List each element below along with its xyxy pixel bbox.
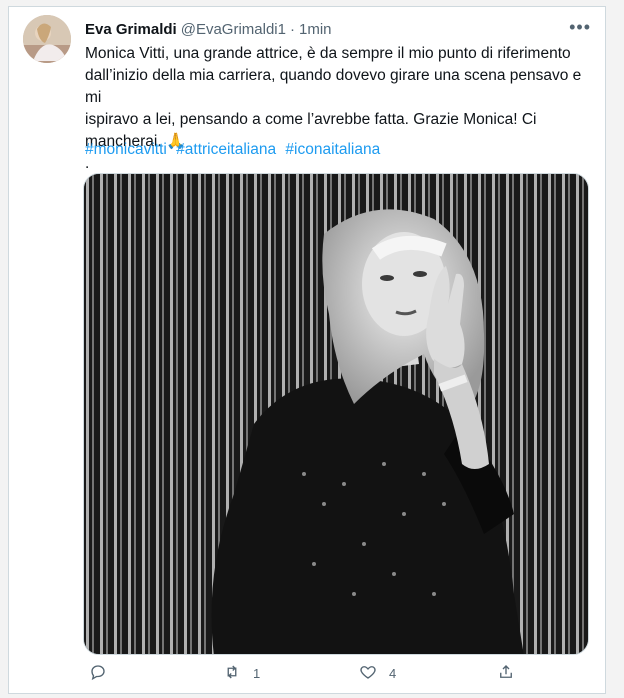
hashtag-link[interactable]: #attriceitaliana	[176, 141, 276, 158]
more-options-icon[interactable]: •••	[569, 17, 591, 38]
heart-icon	[359, 663, 377, 684]
tweet-header: Eva Grimaldi @EvaGrimaldi1 · 1min •••	[85, 17, 591, 39]
hashtag-list: #monicavitti #attriceitaliana #iconaital…	[85, 141, 385, 159]
separator-dot: ·	[289, 20, 295, 38]
hashtag-link[interactable]: #iconaitaliana	[285, 141, 380, 158]
tweet-timestamp[interactable]: 1min	[299, 21, 332, 38]
hashtag-link[interactable]: #monicavitti	[85, 141, 167, 158]
author-handle[interactable]: @EvaGrimaldi1	[181, 21, 286, 38]
tweet-card[interactable]: Eva Grimaldi @EvaGrimaldi1 · 1min ••• Mo…	[8, 6, 606, 694]
tweet-actions: 1 4	[83, 663, 589, 685]
like-button[interactable]: 4	[359, 663, 396, 684]
reply-button[interactable]	[89, 663, 107, 684]
share-button[interactable]	[497, 663, 515, 684]
like-count: 4	[389, 666, 397, 681]
tweet-image[interactable]	[83, 173, 589, 655]
reply-icon	[89, 663, 107, 684]
retweet-count: 1	[253, 666, 261, 681]
share-icon	[497, 663, 515, 684]
avatar[interactable]	[23, 15, 71, 63]
retweet-icon	[223, 663, 241, 684]
author-name[interactable]: Eva Grimaldi	[85, 21, 177, 38]
retweet-button[interactable]: 1	[223, 663, 260, 684]
